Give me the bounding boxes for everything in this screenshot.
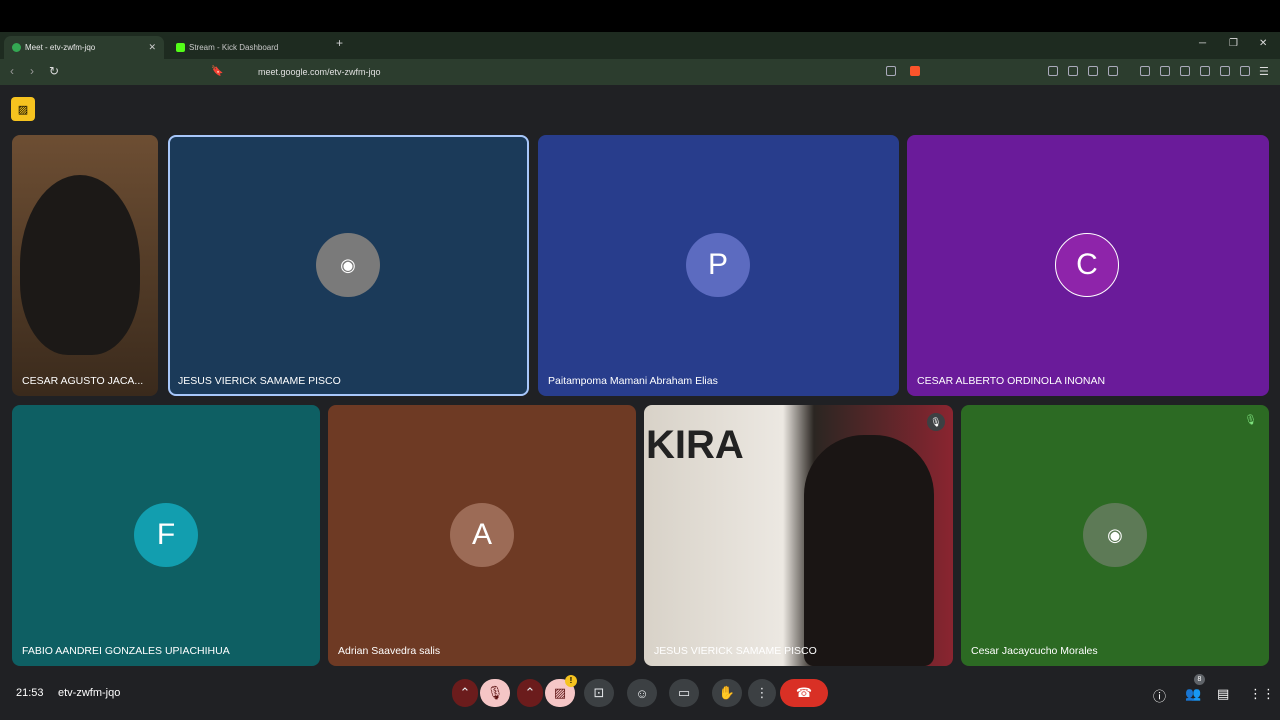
meet-favicon-icon xyxy=(12,43,21,52)
activities-icon: ⋮⋮ xyxy=(1249,686,1275,701)
title-bar xyxy=(0,0,1280,32)
minimize-icon[interactable]: ─ xyxy=(1199,38,1206,49)
participant-name: Paitampoma Mamani Abraham Elias xyxy=(548,375,718,387)
participant-tile[interactable]: P Paitampoma Mamani Abraham Elias xyxy=(538,135,899,396)
participants-count-badge: 8 xyxy=(1194,674,1205,685)
restore-icon[interactable]: ❐ xyxy=(1229,38,1238,49)
chat-button[interactable]: ▤ xyxy=(1217,686,1229,702)
back-icon[interactable]: ‹ xyxy=(10,64,14,78)
chat-icon: ▤ xyxy=(1217,686,1230,701)
poster-image: KIRA xyxy=(646,423,744,467)
mic-off-icon: 🎙 xyxy=(1244,415,1257,426)
participant-tile-video[interactable]: CESAR AGUSTO JACA... xyxy=(12,135,158,396)
tab-kick[interactable]: Stream - Kick Dashboard xyxy=(168,36,328,59)
tab-label: Meet - etv-zwfm-jqo xyxy=(25,43,96,52)
reactions-button[interactable]: ☺ xyxy=(627,679,657,707)
warning-icon: ! xyxy=(565,675,577,687)
sidebar-icon[interactable] xyxy=(1160,66,1170,76)
participant-tile[interactable]: F FABIO AANDREI GONZALES UPIACHIHUA xyxy=(12,405,320,666)
participant-tile-video[interactable]: KIRA 🎙 JESUS VIERICK SAMAME PISCO xyxy=(644,405,953,666)
participant-video xyxy=(804,435,934,666)
participant-name: CESAR ALBERTO ORDINOLA INONAN xyxy=(917,375,1106,387)
mic-off-icon: 🎙 xyxy=(486,685,504,700)
camera-off-icon: ▨ xyxy=(553,685,567,700)
mic-off-icon: 🎙 xyxy=(927,413,945,431)
activities-button[interactable]: ⋮⋮ xyxy=(1249,686,1275,702)
leave-call-button[interactable]: ☎ xyxy=(780,679,828,707)
forward-icon[interactable]: › xyxy=(30,64,34,78)
meeting-time: 21:53 xyxy=(16,687,44,699)
participant-name: JESUS VIERICK SAMAME PISCO xyxy=(178,375,341,387)
meeting-info-button[interactable]: ⓘ xyxy=(1153,686,1166,705)
extension-icon[interactable] xyxy=(1068,66,1078,76)
kick-favicon-icon xyxy=(176,43,185,52)
tab-label: Stream - Kick Dashboard xyxy=(189,43,279,52)
camera-blocked-icon[interactable]: ▨ xyxy=(11,97,35,121)
extensions-puzzle-icon[interactable] xyxy=(1088,66,1098,76)
people-icon: 👥 xyxy=(1185,686,1202,701)
wallet-icon[interactable] xyxy=(1180,66,1190,76)
participant-tile[interactable]: ◉ 🎙 Cesar Jacaycucho Morales xyxy=(961,405,1269,666)
meeting-code: etv-zwfm-jqo xyxy=(58,687,121,699)
present-button[interactable]: ⊡ xyxy=(584,679,614,707)
share-icon[interactable] xyxy=(886,66,896,76)
participant-tile[interactable]: A Adrian Saavedra salis xyxy=(328,405,636,666)
participant-name: JESUS VIERICK SAMAME PISCO xyxy=(654,645,817,657)
avatar: F xyxy=(134,503,198,567)
translate-icon[interactable] xyxy=(1048,66,1058,76)
avatar: P xyxy=(686,233,750,297)
participant-name: CESAR AGUSTO JACA... xyxy=(22,375,144,387)
participant-name: FABIO AANDREI GONZALES UPIACHIHUA xyxy=(22,645,230,657)
captions-icon: ▭ xyxy=(677,685,691,700)
hangup-icon: ☎ xyxy=(795,685,813,700)
vpn-icon[interactable] xyxy=(1220,66,1230,76)
captions-button[interactable]: ▭ xyxy=(669,679,699,707)
profile-icon[interactable] xyxy=(1240,66,1250,76)
reload-icon[interactable]: ↻ xyxy=(49,64,59,78)
raise-hand-button[interactable]: ✋ xyxy=(712,679,742,707)
tab-strip: Meet - etv-zwfm-jqo ✕ Stream - Kick Dash… xyxy=(0,32,1280,59)
new-tab-icon[interactable]: + xyxy=(336,36,343,50)
raise-hand-icon: ✋ xyxy=(718,685,736,700)
avatar: ◉ xyxy=(1083,503,1147,567)
participant-tile-active-speaker[interactable]: ◉ JESUS VIERICK SAMAME PISCO xyxy=(168,135,529,396)
tab-meet[interactable]: Meet - etv-zwfm-jqo ✕ xyxy=(4,36,164,59)
participant-name: Cesar Jacaycucho Morales xyxy=(971,645,1098,657)
leo-icon[interactable] xyxy=(1200,66,1210,76)
avatar: A xyxy=(450,503,514,567)
emoji-icon: ☺ xyxy=(635,685,649,701)
participant-name: Adrian Saavedra salis xyxy=(338,645,441,657)
avatar: C xyxy=(1055,233,1119,297)
info-icon: ⓘ xyxy=(1153,689,1167,704)
camera-options-button[interactable]: ⌃ xyxy=(517,679,543,707)
avatar: ◉ xyxy=(316,233,380,297)
more-options-button[interactable]: ⋮ xyxy=(748,679,776,707)
mic-toggle-button[interactable]: 🎙 xyxy=(480,679,510,707)
screenshot-icon[interactable] xyxy=(1108,66,1118,76)
close-window-icon[interactable]: ✕ xyxy=(1259,38,1267,49)
participant-video xyxy=(20,175,140,355)
more-icon: ⋮ xyxy=(755,685,769,700)
tab-close-icon[interactable]: ✕ xyxy=(148,42,156,53)
participant-tile[interactable]: C CESAR ALBERTO ORDINOLA INONAN xyxy=(907,135,1269,396)
brave-shield-icon[interactable] xyxy=(910,66,920,76)
url-field[interactable]: meet.google.com/etv-zwfm-jqo xyxy=(258,67,381,77)
menu-icon[interactable]: ☰ xyxy=(1259,65,1269,78)
people-button[interactable]: 👥 xyxy=(1185,686,1201,702)
media-icon[interactable] xyxy=(1140,66,1150,76)
mic-options-button[interactable]: ⌃ xyxy=(452,679,478,707)
present-icon: ⊡ xyxy=(593,685,605,700)
bookmark-icon[interactable]: 🔖 xyxy=(211,66,223,77)
